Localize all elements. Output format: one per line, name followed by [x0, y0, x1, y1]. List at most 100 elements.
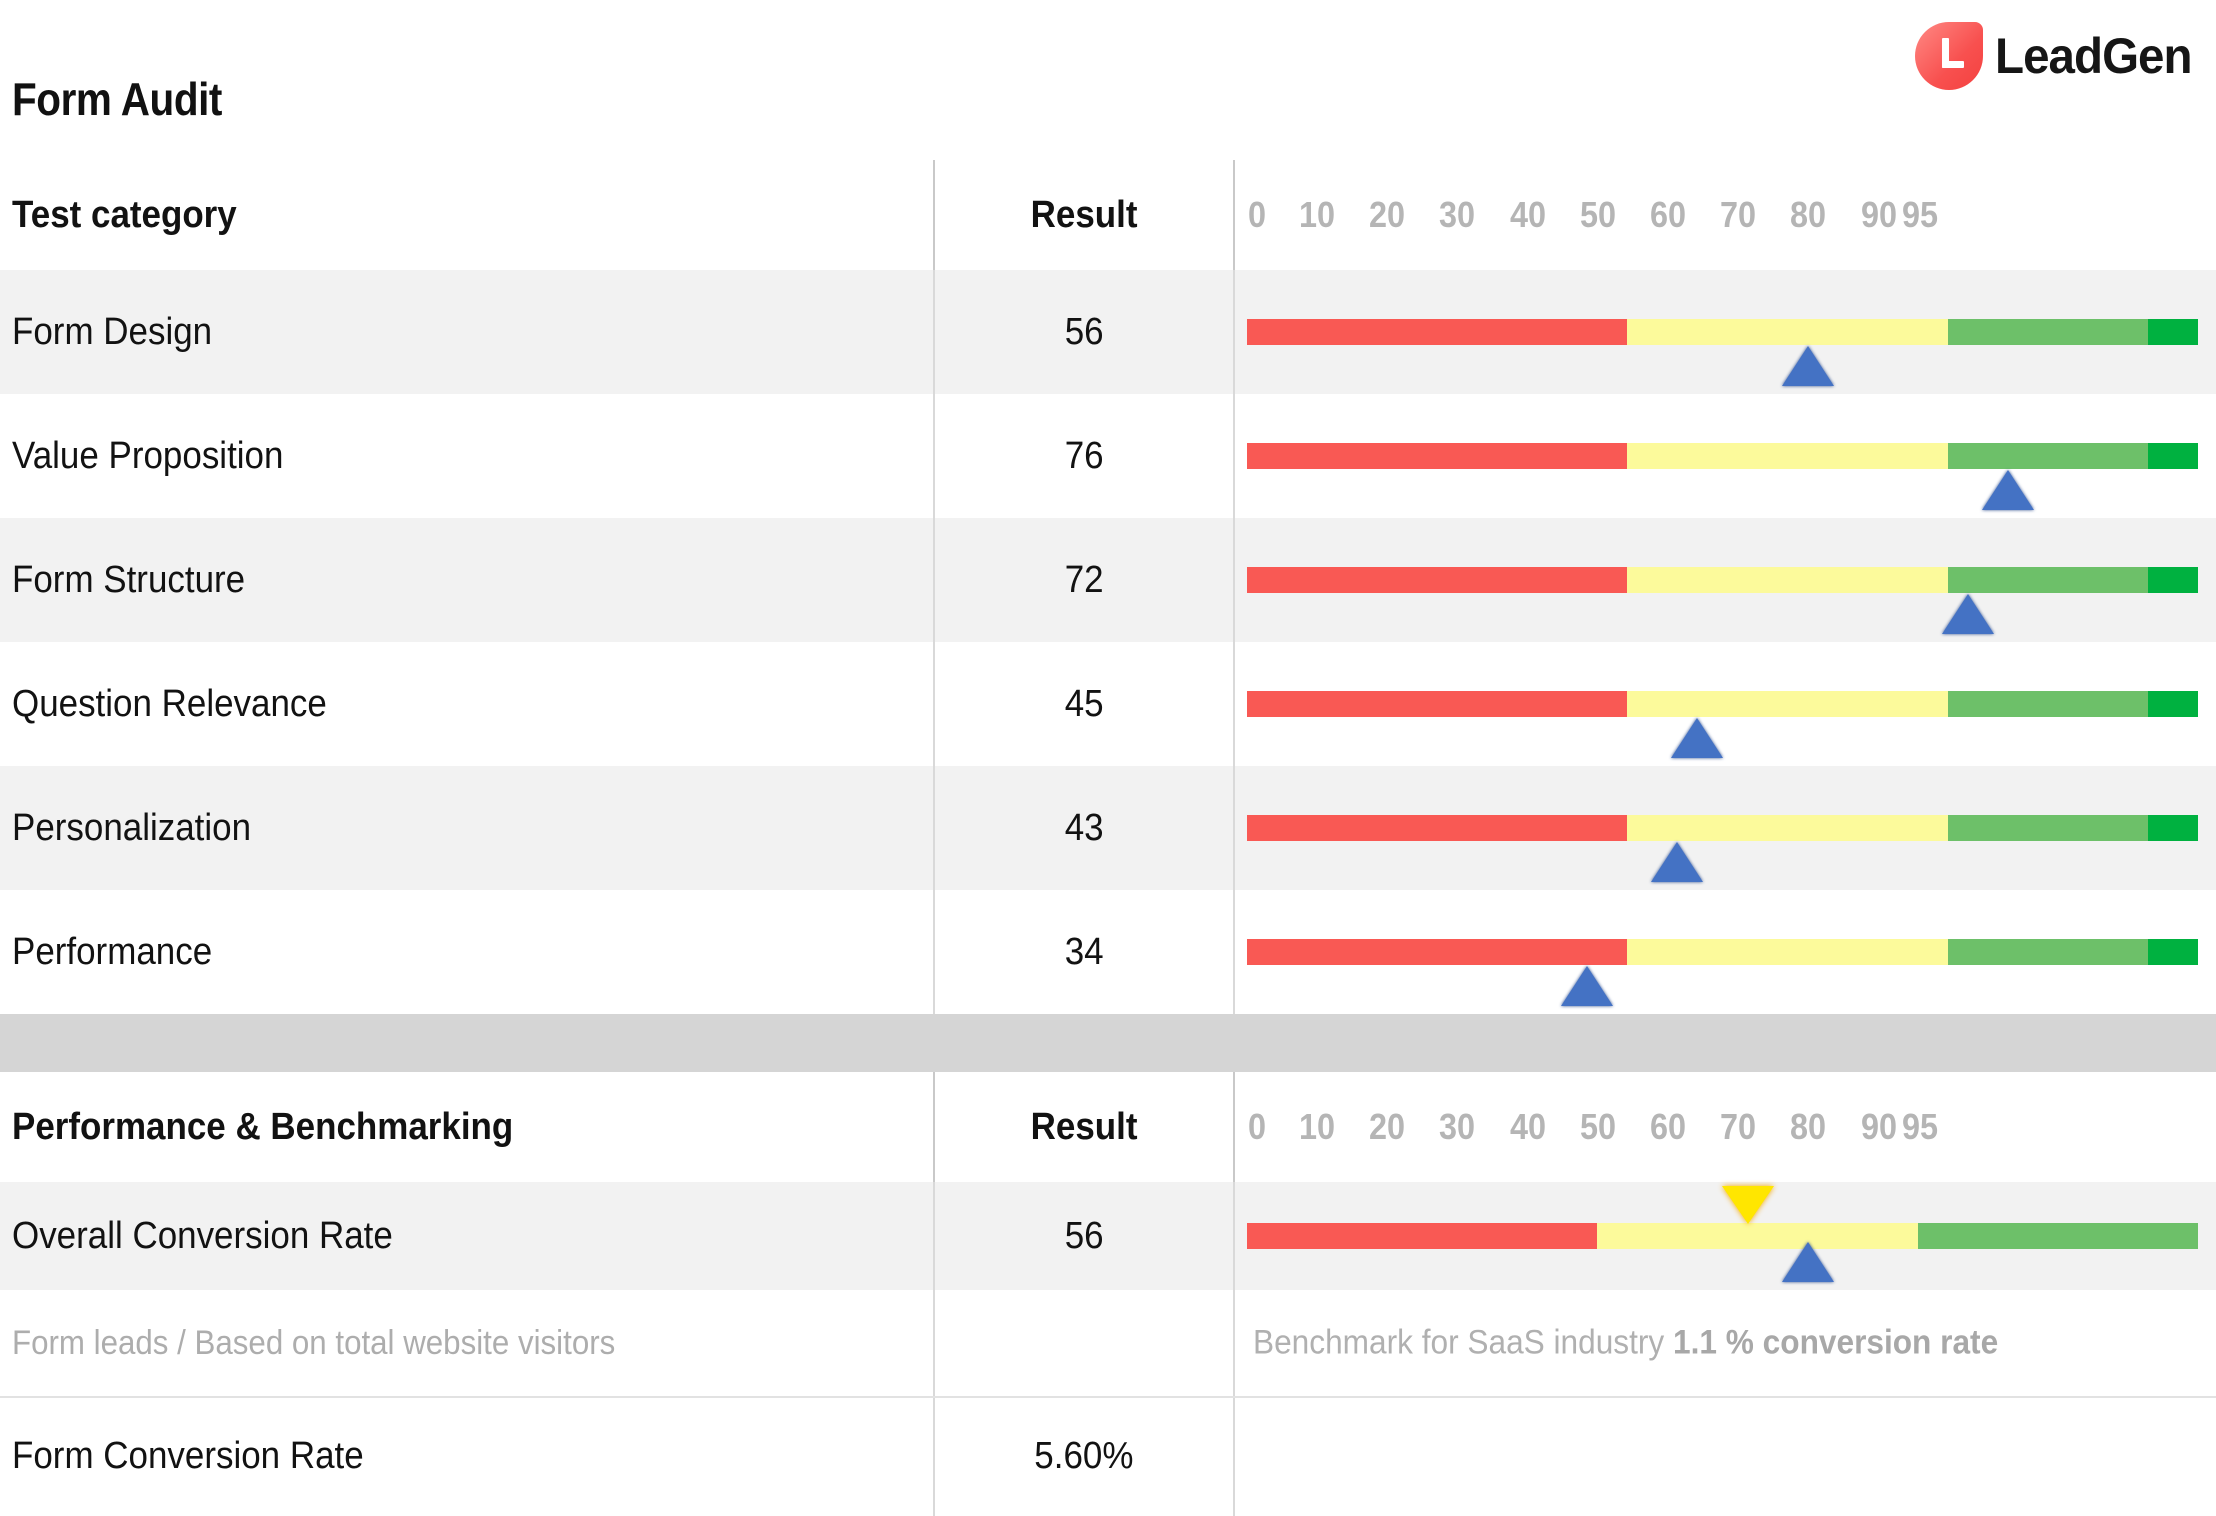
score-marker-icon[interactable]	[1982, 470, 2034, 510]
scale-tick[interactable]: 0	[1248, 194, 1266, 236]
empty-chart-cell[interactable]	[1233, 1396, 2216, 1516]
bar-segment-average[interactable]	[1597, 1223, 1917, 1249]
bar-segment-average[interactable]	[1627, 567, 1947, 593]
score-chart-cell[interactable]	[1233, 518, 2216, 642]
column-header-category[interactable]: Performance & Benchmarking	[12, 1106, 513, 1149]
category-label[interactable]: Form Structure	[12, 559, 245, 602]
score-bar[interactable]	[1245, 1223, 2216, 1249]
bar-segment-average[interactable]	[1627, 691, 1947, 717]
table-header-row[interactable]: Test categoryResult010203040506070809095	[0, 160, 2216, 270]
scale-ticks[interactable]: 010203040506070809095	[1235, 160, 2216, 270]
scale-tick[interactable]: 20	[1369, 194, 1405, 236]
bar-segment-poor[interactable]	[1247, 939, 1627, 965]
bar-segment-good[interactable]	[1948, 815, 2148, 841]
benchmark-note[interactable]: Benchmark for SaaS industry 1.1 % conver…	[1253, 1324, 1998, 1363]
category-cell[interactable]: Value Proposition	[0, 394, 933, 518]
scale-tick[interactable]: 50	[1580, 1106, 1616, 1148]
category-label[interactable]: Personalization	[12, 807, 251, 850]
result-cell[interactable]: 72	[933, 518, 1233, 642]
note-cell[interactable]: Form leads / Based on total website visi…	[0, 1290, 933, 1396]
score-bar[interactable]	[1245, 319, 2216, 345]
scale-tick[interactable]: 20	[1369, 1106, 1405, 1148]
bar-segment-good[interactable]	[1948, 443, 2148, 469]
conversion-chart-cell[interactable]	[1233, 1182, 2216, 1290]
benchmark-note-plain[interactable]: Benchmark for SaaS industry	[1253, 1324, 1673, 1362]
scale-tick[interactable]: 0	[1248, 1106, 1266, 1148]
scale-tick[interactable]: 50	[1580, 194, 1616, 236]
scale-tick[interactable]: 40	[1510, 194, 1546, 236]
bar-segment-good[interactable]	[1948, 319, 2148, 345]
bar-segment-good[interactable]	[1948, 939, 2148, 965]
score-marker-icon[interactable]	[1782, 346, 1834, 386]
bar-segment-poor[interactable]	[1247, 815, 1627, 841]
scale-tick[interactable]: 95	[1902, 194, 1938, 236]
bar-segment-excellent[interactable]	[2148, 443, 2198, 469]
score-bar[interactable]	[1245, 939, 2216, 965]
bar-segment-excellent[interactable]	[2148, 319, 2198, 345]
bar-segment-excellent[interactable]	[2148, 691, 2198, 717]
score-chart-cell[interactable]	[1233, 394, 2216, 518]
scale-tick[interactable]: 60	[1650, 1106, 1686, 1148]
result-value[interactable]: 5.60%	[1034, 1435, 1133, 1478]
column-header-result[interactable]: Result	[1031, 1106, 1138, 1149]
bar-segment-poor[interactable]	[1247, 691, 1627, 717]
note-label[interactable]: Form leads / Based on total website visi…	[12, 1324, 615, 1363]
result-cell[interactable]: 5.60%	[933, 1396, 1233, 1516]
bar-segment-excellent[interactable]	[2148, 939, 2198, 965]
table-row[interactable]: Performance 34	[0, 890, 2216, 1014]
result-value[interactable]: 56	[1065, 1215, 1104, 1258]
benchmark-marker-icon[interactable]	[1722, 1186, 1774, 1224]
table-row[interactable]: Value Proposition 76	[0, 394, 2216, 518]
scale-tick[interactable]: 30	[1439, 1106, 1475, 1148]
scale-tick[interactable]: 70	[1720, 1106, 1756, 1148]
scale-tick[interactable]: 90	[1861, 1106, 1897, 1148]
scale-header[interactable]: 010203040506070809095	[1233, 1072, 2216, 1182]
category-label[interactable]: Form Design	[12, 311, 212, 354]
category-cell[interactable]: Form Design	[0, 270, 933, 394]
bar-segment-poor[interactable]	[1247, 319, 1627, 345]
bar-segment-average[interactable]	[1627, 443, 1947, 469]
table-row-note[interactable]: Form leads / Based on total website visi…	[0, 1290, 2216, 1396]
table-row[interactable]: Form Conversion Rate 5.60%	[0, 1396, 2216, 1516]
category-cell[interactable]: Question Relevance	[0, 642, 933, 766]
scale-tick[interactable]: 80	[1790, 1106, 1826, 1148]
result-cell[interactable]: 56	[933, 270, 1233, 394]
bar-segment-average[interactable]	[1627, 815, 1947, 841]
bar-segment-poor[interactable]	[1247, 1223, 1597, 1249]
score-chart-cell[interactable]	[1233, 766, 2216, 890]
category-label[interactable]: Performance	[12, 931, 212, 974]
bar-segment-poor[interactable]	[1247, 443, 1627, 469]
result-value[interactable]: 45	[1065, 683, 1104, 726]
score-bar[interactable]	[1245, 815, 2216, 841]
scale-ticks[interactable]: 010203040506070809095	[1235, 1072, 2216, 1182]
bar-segment-good[interactable]	[1918, 1223, 2198, 1249]
table-row[interactable]: Form Design 56	[0, 270, 2216, 394]
category-cell[interactable]: Performance	[0, 890, 933, 1014]
table-row[interactable]: Form Structure 72	[0, 518, 2216, 642]
score-marker-icon[interactable]	[1782, 1242, 1834, 1282]
category-header-cell[interactable]: Test category	[0, 160, 933, 270]
category-label[interactable]: Question Relevance	[12, 683, 327, 726]
result-header-cell[interactable]: Result	[933, 1072, 1233, 1182]
category-label[interactable]: Overall Conversion Rate	[12, 1215, 393, 1258]
result-header-cell[interactable]: Result	[933, 160, 1233, 270]
scale-tick[interactable]: 10	[1299, 1106, 1335, 1148]
table-header-row[interactable]: Performance & Benchmarking Result 0 10 20 30 4…	[0, 1072, 2216, 1182]
category-header-cell[interactable]: Performance & Benchmarking	[0, 1072, 933, 1182]
scale-tick[interactable]: 40	[1510, 1106, 1546, 1148]
result-value[interactable]: 76	[1065, 435, 1104, 478]
category-cell[interactable]: Form Conversion Rate	[0, 1396, 933, 1516]
category-label[interactable]: Form Conversion Rate	[12, 1435, 364, 1478]
table-row[interactable]: Question Relevance 45	[0, 642, 2216, 766]
score-chart-cell[interactable]	[1233, 270, 2216, 394]
score-marker-icon[interactable]	[1561, 966, 1613, 1006]
result-value[interactable]: 34	[1065, 931, 1104, 974]
column-header-result[interactable]: Result	[1031, 194, 1138, 237]
result-value[interactable]: 56	[1065, 311, 1104, 354]
result-value[interactable]: 72	[1065, 559, 1104, 602]
benchmark-note-cell[interactable]: Benchmark for SaaS industry 1.1 % conver…	[1233, 1290, 2216, 1396]
result-cell[interactable]: 43	[933, 766, 1233, 890]
scale-tick[interactable]: 90	[1861, 194, 1897, 236]
category-cell[interactable]: Personalization	[0, 766, 933, 890]
score-chart-cell[interactable]	[1233, 642, 2216, 766]
